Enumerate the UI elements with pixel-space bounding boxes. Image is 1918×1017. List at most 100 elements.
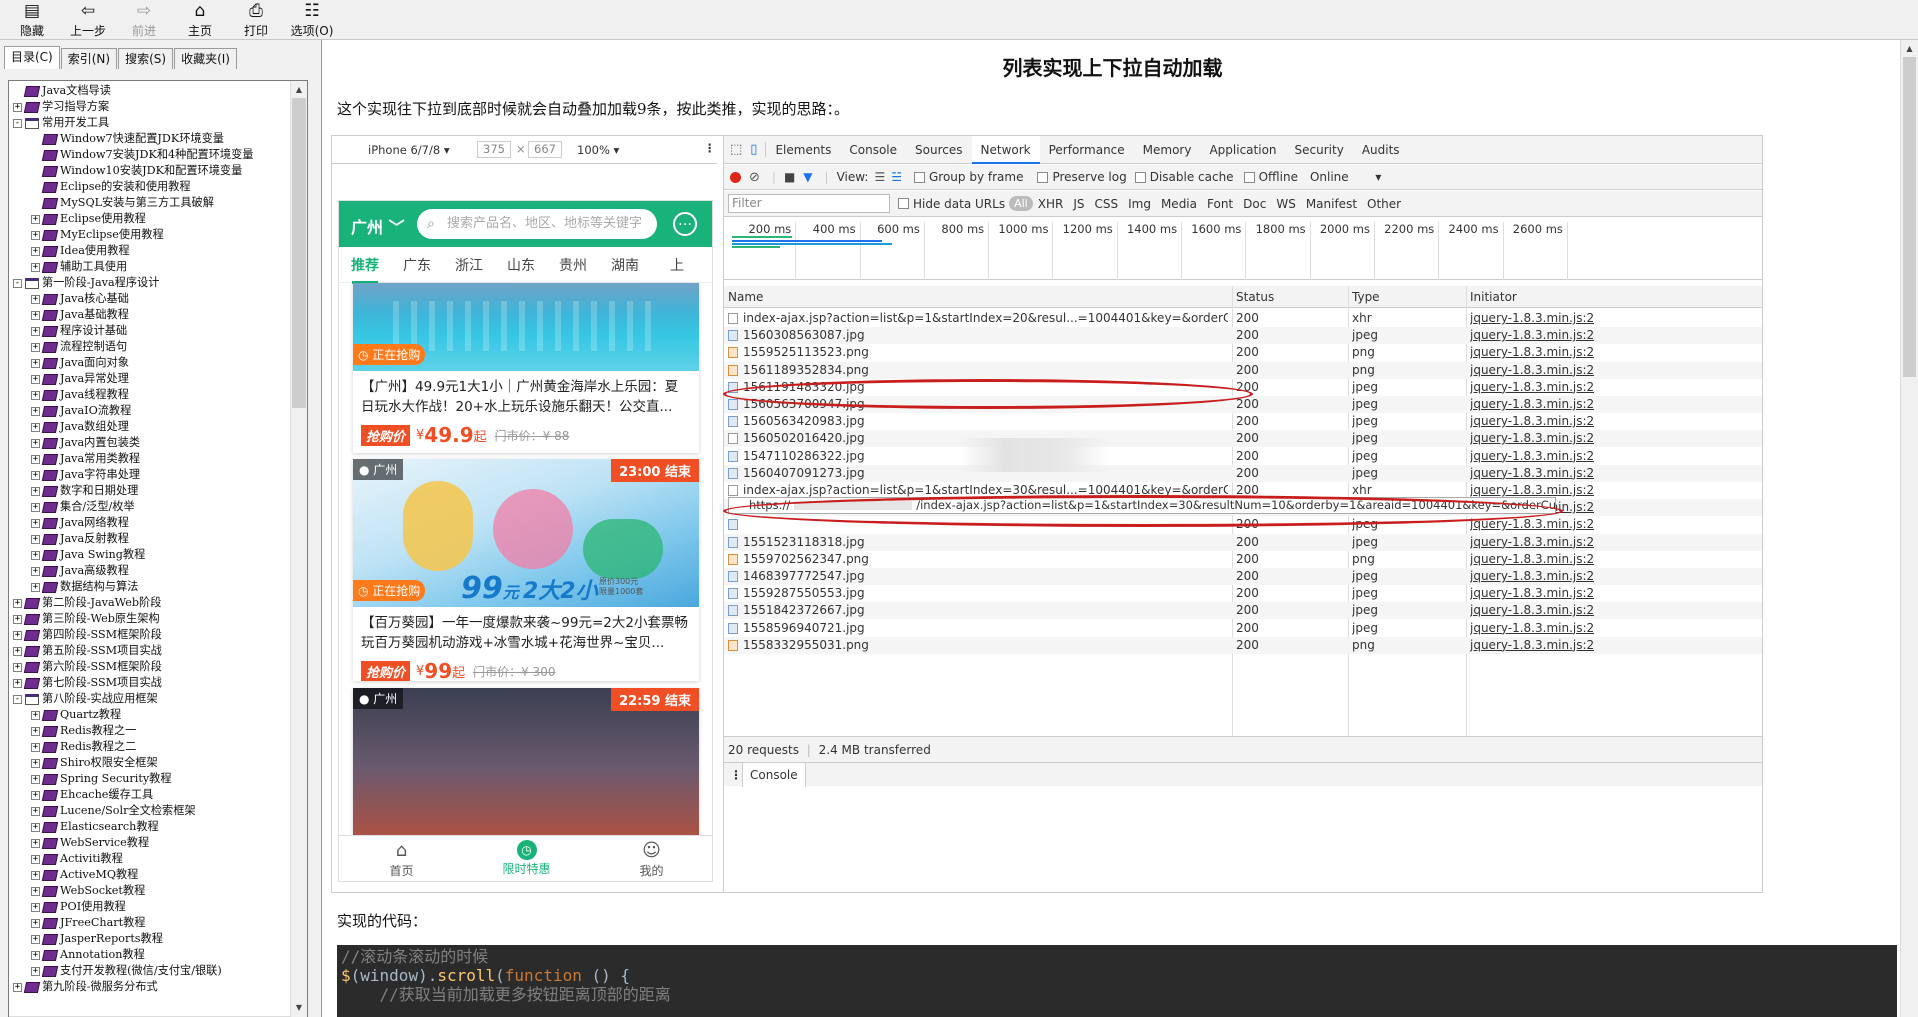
column-header-initiator[interactable]: Initiator bbox=[1470, 290, 1517, 304]
category-tab[interactable]: 湖南 bbox=[599, 255, 651, 275]
tree-item[interactable]: + Java基础教程 bbox=[11, 307, 289, 323]
tree-vertical-scrollbar[interactable]: ▲ ▼ bbox=[290, 81, 307, 1017]
device-width-input[interactable]: 375 bbox=[477, 141, 511, 158]
throttling-select[interactable]: Online ▾ bbox=[1310, 170, 1381, 184]
expand-icon[interactable]: + bbox=[13, 102, 22, 112]
tree-item[interactable]: + Elasticsearch教程 bbox=[11, 819, 289, 835]
filter-type-ws[interactable]: WS bbox=[1271, 197, 1300, 211]
tree-item[interactable]: - 常用开发工具 bbox=[11, 115, 289, 131]
expand-icon[interactable]: + bbox=[31, 726, 40, 736]
expand-icon[interactable]: + bbox=[31, 902, 40, 912]
tab-favorites[interactable]: 收藏夹(I) bbox=[174, 48, 237, 69]
request-initiator-link[interactable]: jquery-1.8.3.min.js:2 bbox=[1470, 585, 1594, 602]
expand-icon[interactable]: + bbox=[31, 390, 40, 400]
tree-item[interactable]: - 第一阶段-Java程序设计 bbox=[11, 275, 289, 291]
group-by-frame-checkbox[interactable] bbox=[913, 171, 925, 183]
request-initiator-link[interactable]: jquery-1.8.3.min.js:2 bbox=[1470, 568, 1594, 585]
table-row[interactable]: 1560502016420.jpg 200 jpeg jquery-1.8.3.min… bbox=[724, 430, 1762, 448]
expand-icon[interactable]: + bbox=[31, 918, 40, 928]
tree-item[interactable]: + ActiveMQ教程 bbox=[11, 867, 289, 883]
request-initiator-link[interactable]: jquery-1.8.3.min.js:2 bbox=[1470, 379, 1594, 396]
devtools-tab-elements[interactable]: Elements bbox=[766, 136, 840, 164]
tree-item[interactable]: MySQL安装与第三方工具破解 bbox=[11, 195, 289, 211]
tree-item[interactable]: Eclipse的安装和使用教程 bbox=[11, 179, 289, 195]
tree-item[interactable]: + Java线程教程 bbox=[11, 387, 289, 403]
filter-type-doc[interactable]: Doc bbox=[1238, 197, 1271, 211]
filter-type-xhr[interactable]: XHR bbox=[1033, 197, 1069, 211]
table-row[interactable]: 1560407091273.jpg 200 jpeg jquery-1.8.3.min… bbox=[724, 464, 1762, 482]
expand-icon[interactable]: + bbox=[31, 246, 40, 256]
tree-item[interactable]: + Eclipse使用教程 bbox=[11, 211, 289, 227]
tree-item[interactable]: + Quartz教程 bbox=[11, 707, 289, 723]
more-options-icon[interactable]: ⋮ bbox=[704, 141, 716, 155]
request-initiator-link[interactable]: jquery-1.8.3.min.js:2 bbox=[1470, 362, 1594, 379]
expand-icon[interactable]: + bbox=[31, 790, 40, 800]
devtools-tab-memory[interactable]: Memory bbox=[1134, 136, 1201, 164]
tree-item[interactable]: + Java面向对象 bbox=[11, 355, 289, 371]
filter-input[interactable]: Filter bbox=[728, 194, 890, 213]
expand-icon[interactable]: + bbox=[31, 838, 40, 848]
tree-item[interactable]: + 第五阶段-SSM项目实战 bbox=[11, 643, 289, 659]
expand-icon[interactable]: + bbox=[31, 438, 40, 448]
disable-cache-checkbox[interactable] bbox=[1134, 171, 1146, 183]
table-row[interactable]: 1559525113523.png 200 png jquery-1.8.3.min.… bbox=[724, 344, 1762, 361]
filter-type-media[interactable]: Media bbox=[1156, 197, 1202, 211]
table-row[interactable]: 1558596940721.jpg 200 jpeg jquery-1.8.3.min… bbox=[724, 620, 1762, 637]
table-row[interactable]: 1561189352834.png 200 png jquery-1.8.3.min.… bbox=[724, 361, 1762, 379]
expand-icon[interactable]: + bbox=[31, 342, 40, 352]
request-initiator-link[interactable]: jquery-1.8.3.min.js:2 bbox=[1470, 310, 1594, 327]
bottom-nav-mine[interactable]: ☺ 我的 bbox=[589, 836, 712, 881]
expand-icon[interactable]: + bbox=[31, 758, 40, 768]
expand-icon[interactable]: + bbox=[31, 534, 40, 544]
devtools-tab-sources[interactable]: Sources bbox=[906, 136, 971, 164]
filter-type-other[interactable]: Other bbox=[1362, 197, 1406, 211]
tree-item[interactable]: + 第四阶段-SSM框架阶段 bbox=[11, 627, 289, 643]
expand-icon[interactable]: + bbox=[31, 774, 40, 784]
contents-tree[interactable]: Java文档导读 + 学习指导方案 - 常用开发工具 Window7快速配置JDK环境变量… bbox=[8, 80, 308, 1017]
expand-icon[interactable]: + bbox=[31, 566, 40, 576]
column-header-type[interactable]: Type bbox=[1352, 290, 1380, 304]
tree-item[interactable]: Window10安装JDK和配置环境变量 bbox=[11, 163, 289, 179]
request-initiator-link[interactable]: jquery-1.8.3.min.js:2 bbox=[1470, 602, 1594, 619]
request-initiator-link[interactable]: jquery-1.8.3.min.js:2 bbox=[1470, 413, 1594, 430]
devtools-tab-console[interactable]: Console bbox=[840, 136, 906, 164]
expand-icon[interactable]: + bbox=[31, 502, 40, 512]
column-header-status[interactable]: Status bbox=[1236, 290, 1274, 304]
expand-icon[interactable]: + bbox=[31, 294, 40, 304]
table-row[interactable]: 1547110286322.jpg 200 jpeg jquery-1.8.3.min… bbox=[724, 448, 1762, 465]
table-row[interactable]: 1551523118318.jpg 200 jpeg jquery-1.8.3.min… bbox=[724, 533, 1762, 551]
expand-icon[interactable]: + bbox=[31, 822, 40, 832]
tree-item[interactable]: + Redis教程之二 bbox=[11, 739, 289, 755]
expand-icon[interactable]: + bbox=[31, 934, 40, 944]
product-card[interactable]: ◷ 正在抢购 【广州】49.9元1大1小｜广州黄金海岸水上乐园：夏日玩水大作战！… bbox=[353, 283, 699, 453]
tree-item[interactable]: + Java常用类教程 bbox=[11, 451, 289, 467]
tree-item[interactable]: + JFreeChart教程 bbox=[11, 915, 289, 931]
devtools-tab-application[interactable]: Application bbox=[1200, 136, 1285, 164]
table-row[interactable]: 1558332955031.png 200 png jquery-1.8.3.min.… bbox=[724, 636, 1762, 654]
tree-item[interactable]: + 第二阶段-JavaWeb阶段 bbox=[11, 595, 289, 611]
request-initiator-link[interactable]: jquery-1.8.3.min.js:2 bbox=[1470, 448, 1594, 465]
tree-item[interactable]: + WebSocket教程 bbox=[11, 883, 289, 899]
table-row[interactable]: 1559287550553.jpg 200 jpeg jquery-1.8.3.min… bbox=[724, 585, 1762, 602]
offline-checkbox[interactable] bbox=[1243, 171, 1255, 183]
tree-item[interactable]: + Java数组处理 bbox=[11, 419, 289, 435]
table-row[interactable]: 1560308563087.jpg 200 jpeg jquery-1.8.3.min… bbox=[724, 327, 1762, 345]
tree-item[interactable]: + Java高级教程 bbox=[11, 563, 289, 579]
request-initiator-link[interactable]: jquery-1.8.3.min.js:2 bbox=[1470, 620, 1594, 637]
expand-icon[interactable]: + bbox=[31, 454, 40, 464]
request-initiator-link[interactable]: jquery-1.8.3.min.js:2 bbox=[1470, 396, 1594, 413]
tree-item[interactable]: + JasperReports教程 bbox=[11, 931, 289, 947]
tree-item[interactable]: + 第三阶段-Web原生架构 bbox=[11, 611, 289, 627]
tree-item[interactable]: + 第七阶段-SSM项目实战 bbox=[11, 675, 289, 691]
tree-item[interactable]: + Java反射教程 bbox=[11, 531, 289, 547]
expand-icon[interactable]: + bbox=[31, 326, 40, 336]
table-row[interactable]: 1560563420983.jpg 200 jpeg jquery-1.8.3.min… bbox=[724, 413, 1762, 430]
category-tab[interactable]: 山东 bbox=[495, 255, 547, 275]
column-header-name[interactable]: Name bbox=[728, 290, 763, 304]
device-toggle-icon[interactable]: ▯ bbox=[748, 142, 767, 157]
expand-icon[interactable]: + bbox=[31, 550, 40, 560]
tree-item[interactable]: + Spring Security教程 bbox=[11, 771, 289, 787]
content-scroll-thumb[interactable] bbox=[1903, 57, 1916, 377]
scroll-up-arrow-icon[interactable]: ▲ bbox=[1901, 40, 1918, 57]
drawer-menu-icon[interactable]: ⋮ bbox=[730, 768, 742, 782]
